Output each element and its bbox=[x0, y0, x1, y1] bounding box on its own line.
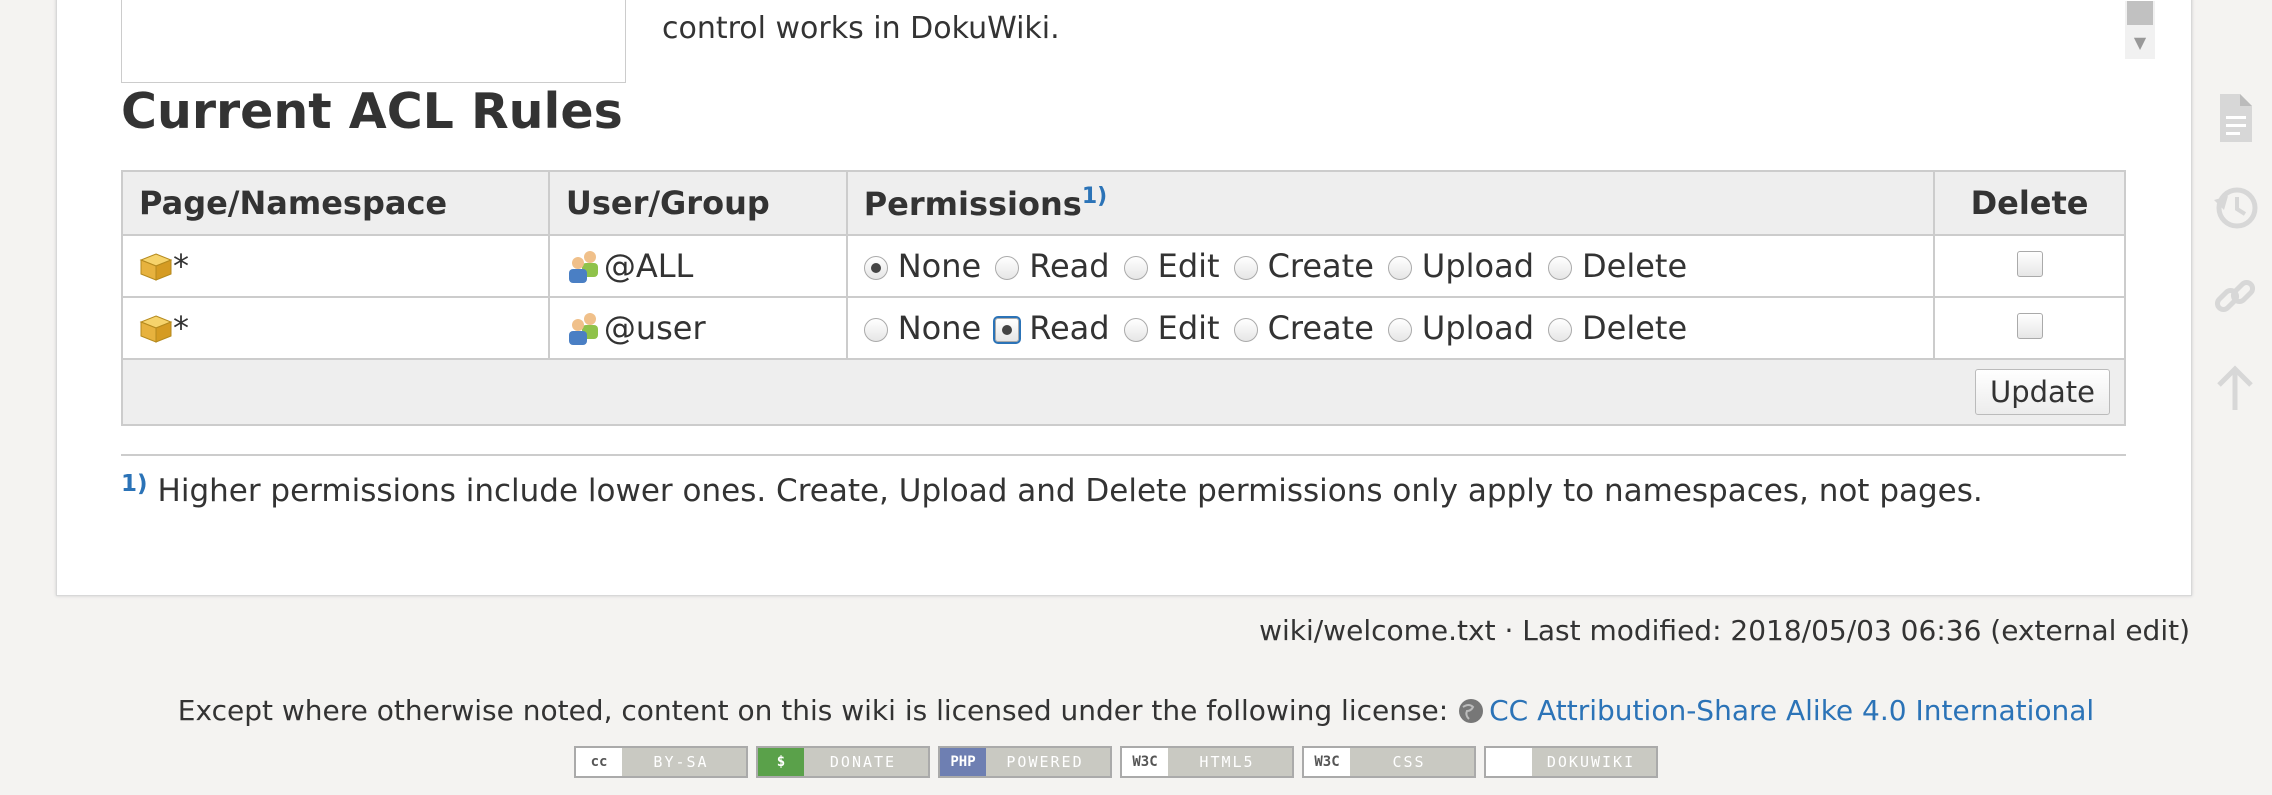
badge-label: POWERED bbox=[1006, 753, 1084, 771]
permission-label: Delete bbox=[1582, 309, 1688, 347]
group-icon bbox=[568, 313, 598, 345]
header-user-group: User/Group bbox=[547, 170, 848, 236]
delete-checkbox[interactable] bbox=[2016, 251, 2043, 277]
delete-cell bbox=[1933, 296, 2126, 360]
footer-badges: cc BY-SA $ DONATE PHP POWERED W3C HTML5 W3C CSS DO… bbox=[574, 746, 1666, 780]
badge-tag: PHP bbox=[940, 748, 986, 776]
footnote-mark-link[interactable]: 1) bbox=[121, 471, 148, 497]
permission-radio-upload[interactable] bbox=[1387, 318, 1412, 342]
doc-info: wiki/welcome.txt · Last modified: 2018/0… bbox=[1259, 614, 2190, 647]
permission-label: Create bbox=[1267, 309, 1374, 347]
permission-radio-create[interactable] bbox=[1233, 256, 1258, 280]
link-icon[interactable] bbox=[2210, 268, 2260, 328]
badge-dokuwiki[interactable]: DOKUWIKI bbox=[1484, 746, 1658, 778]
license-line: Except where otherwise noted, content on… bbox=[0, 694, 2272, 727]
delete-checkbox[interactable] bbox=[2016, 313, 2043, 339]
badge-label: CSS bbox=[1392, 753, 1426, 771]
group-value: @ALL bbox=[603, 247, 694, 285]
badge-cc-by-sa[interactable]: cc BY-SA bbox=[574, 746, 748, 778]
namespace-cell: * bbox=[121, 234, 550, 298]
permission-label: Upload bbox=[1421, 247, 1535, 285]
group-value: @user bbox=[603, 309, 706, 347]
namespace-icon bbox=[139, 253, 173, 281]
permission-radio-edit[interactable] bbox=[1123, 318, 1148, 342]
permission-label: Upload bbox=[1421, 309, 1535, 347]
header-permissions-label: Permissions bbox=[863, 184, 1082, 223]
namespace-cell: * bbox=[121, 296, 550, 360]
permission-radio-read[interactable] bbox=[995, 256, 1020, 280]
permissions-cell: None Read Edit Create Upload Delete bbox=[845, 234, 1936, 298]
badge-tag: $ bbox=[758, 748, 804, 776]
group-cell: @ALL bbox=[547, 234, 848, 298]
header-page-namespace: Page/Namespace bbox=[121, 170, 550, 236]
table-row: * @ALL None Read Edit Create Upload Delete bbox=[121, 234, 2126, 298]
section-title: Current ACL Rules bbox=[121, 83, 623, 140]
license-prefix: Except where otherwise noted, content on… bbox=[177, 694, 1449, 727]
footnote-text: Higher permissions include lower ones. C… bbox=[157, 473, 1983, 509]
page-icon[interactable] bbox=[2210, 88, 2260, 148]
badge-label: BY-SA bbox=[653, 753, 709, 771]
back-to-top-icon[interactable] bbox=[2210, 358, 2260, 418]
permission-label: Read bbox=[1029, 309, 1110, 347]
permission-radio-none[interactable] bbox=[863, 318, 888, 342]
permission-radio-read[interactable] bbox=[993, 316, 1022, 344]
page-content: control works in DokuWiki. ▼ Current ACL… bbox=[56, 0, 2192, 596]
badge-php-powered[interactable]: PHP POWERED bbox=[938, 746, 1112, 778]
permission-radio-none[interactable] bbox=[863, 256, 888, 280]
update-button[interactable]: Update bbox=[1974, 369, 2110, 415]
permission-label: Read bbox=[1029, 247, 1110, 285]
group-cell: @user bbox=[547, 296, 848, 360]
update-cell: Update bbox=[121, 358, 2126, 426]
intro-text: control works in DokuWiki. bbox=[662, 11, 1060, 46]
scrollbar-thumb[interactable] bbox=[2127, 1, 2153, 25]
badge-label: DONATE bbox=[829, 753, 897, 771]
delete-cell bbox=[1933, 234, 2126, 298]
footnote: 1) Higher permissions include lower ones.… bbox=[121, 471, 1983, 509]
permission-label: Create bbox=[1267, 247, 1374, 285]
header-permissions: Permissions1) bbox=[845, 170, 1936, 236]
badge-donate[interactable]: $ DONATE bbox=[756, 746, 930, 778]
page-tools bbox=[2210, 88, 2260, 448]
permission-label: Delete bbox=[1582, 247, 1688, 285]
permissions-cell: None Read Edit Create Upload Delete bbox=[845, 296, 1936, 360]
permission-label: Edit bbox=[1157, 247, 1220, 285]
history-icon[interactable] bbox=[2210, 178, 2260, 238]
permission-radio-create[interactable] bbox=[1233, 318, 1258, 342]
namespace-value: * bbox=[173, 309, 189, 347]
permission-radio-edit[interactable] bbox=[1123, 256, 1148, 280]
permission-radio-delete[interactable] bbox=[1548, 256, 1573, 280]
table-footer-row: Update bbox=[121, 358, 2126, 426]
toc-box bbox=[121, 0, 626, 83]
table-header-row: Page/Namespace User/Group Permissions1) … bbox=[121, 170, 2126, 236]
permission-label: None bbox=[897, 247, 982, 285]
namespace-icon bbox=[139, 315, 173, 343]
badge-w3c-css[interactable]: W3C CSS bbox=[1302, 746, 1476, 778]
license-link[interactable]: CC Attribution-Share Alike 4.0 Internati… bbox=[1489, 694, 2094, 727]
footnote-ref-link[interactable]: 1) bbox=[1082, 184, 1107, 209]
namespace-value: * bbox=[173, 247, 189, 285]
permission-label: Edit bbox=[1157, 309, 1220, 347]
badge-label: DOKUWIKI bbox=[1546, 753, 1636, 771]
footnote-divider bbox=[121, 454, 2126, 456]
permission-radio-upload[interactable] bbox=[1387, 256, 1412, 280]
header-delete: Delete bbox=[1933, 170, 2126, 236]
globe-icon bbox=[1459, 699, 1484, 723]
permission-label: None bbox=[897, 309, 982, 347]
badge-label: HTML5 bbox=[1199, 753, 1255, 771]
scroll-down-arrow-icon[interactable]: ▼ bbox=[2127, 31, 2153, 55]
badge-tag: W3C bbox=[1304, 748, 1350, 776]
table-row: * @user None Read Edit Create Upload Delete bbox=[121, 296, 2126, 360]
permission-radio-delete[interactable] bbox=[1548, 318, 1573, 342]
badge-tag bbox=[1486, 748, 1532, 776]
acl-table: Page/Namespace User/Group Permissions1) … bbox=[121, 170, 2126, 426]
badge-tag: cc bbox=[576, 748, 622, 776]
badge-w3c-html5[interactable]: W3C HTML5 bbox=[1120, 746, 1294, 778]
group-icon bbox=[568, 251, 598, 283]
badge-tag: W3C bbox=[1122, 748, 1168, 776]
